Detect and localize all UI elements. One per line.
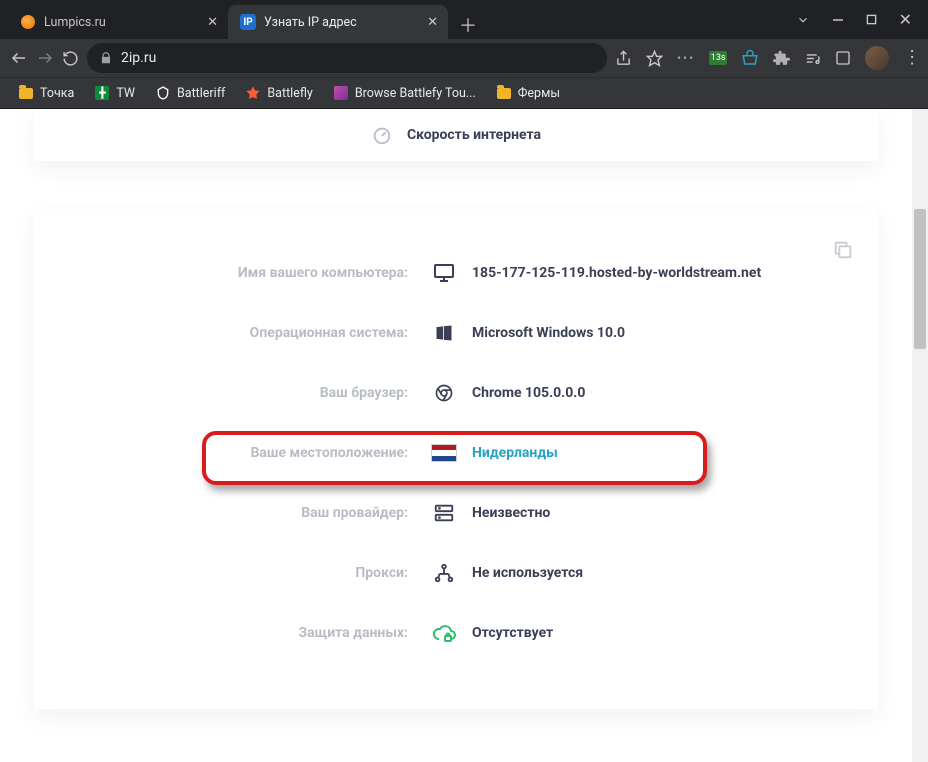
value-protection: Отсутствует (462, 625, 553, 641)
bookmark-browse-battlefy[interactable]: Browse Battlefy Tou... (325, 81, 484, 105)
bookmark-label: Фермы (518, 86, 560, 101)
label-location: Ваше местоположение: (66, 445, 426, 461)
extensions-icon[interactable] (773, 50, 790, 67)
bookmark-label: Точка (40, 86, 74, 101)
toolbar-right: ••• 13s ⋮ (615, 46, 925, 70)
share-icon[interactable] (615, 50, 632, 67)
scrollbar-track[interactable] (912, 109, 928, 762)
folder-icon (496, 85, 512, 101)
window-controls: ✕ (796, 10, 928, 29)
site-icon (245, 85, 261, 101)
value-location[interactable]: Нидерланды (462, 445, 558, 461)
forward-button[interactable] (36, 44, 54, 72)
titlebar: Lumpics.ru ✕ IP Узнать IP адрес ✕ ＋ ✕ (0, 0, 928, 39)
bookmark-tw[interactable]: ╋ TW (86, 81, 143, 105)
tab-lumpics[interactable]: Lumpics.ru ✕ (8, 5, 228, 39)
chrome-icon (426, 383, 462, 403)
page-content: Скорость интернета Имя вашего компьютера… (0, 109, 928, 709)
speed-link[interactable]: Скорость интернета (34, 109, 878, 161)
speedometer-icon (371, 124, 393, 146)
row-proxy: Прокси: Не используется (66, 543, 846, 603)
label-hostname: Имя вашего компьютера: (66, 265, 426, 281)
row-browser: Ваш браузер: Chrome 105.0.0.0 (66, 363, 846, 423)
ext-basket-icon[interactable] (741, 49, 759, 67)
label-proxy: Прокси: (66, 565, 426, 581)
close-icon[interactable]: ✕ (207, 15, 218, 30)
site-icon: ╋ (94, 85, 110, 101)
label-protection: Защита данных: (66, 625, 426, 641)
speed-card: Скорость интернета (34, 109, 878, 161)
music-icon[interactable] (804, 50, 821, 67)
copy-icon[interactable] (832, 239, 854, 261)
tab-title: Lumpics.ru (44, 15, 106, 30)
bookmark-battlefly[interactable]: Battlefly (237, 81, 320, 105)
value-proxy: Не используется (462, 565, 583, 581)
value-os: Microsoft Windows 10.0 (462, 325, 625, 341)
favicon-lumpics (20, 14, 36, 30)
close-icon[interactable]: ✕ (427, 15, 438, 30)
row-os: Операционная система: Microsoft Windows … (66, 303, 846, 363)
ext-lastpass-icon[interactable]: ••• (677, 51, 695, 65)
server-icon (426, 502, 462, 524)
close-window-icon[interactable]: ✕ (899, 10, 912, 29)
bookmark-battleriff[interactable]: Battleriff (147, 81, 233, 105)
tab-title: Узнать IP адрес (264, 15, 357, 30)
browser-window: Lumpics.ru ✕ IP Узнать IP адрес ✕ ＋ ✕ (0, 0, 928, 762)
star-icon[interactable] (646, 50, 663, 67)
folder-icon (18, 85, 34, 101)
windows-icon (426, 323, 462, 343)
bookmark-label: Battlefly (267, 86, 312, 101)
row-location: Ваше местоположение: Нидерланды (66, 423, 846, 483)
new-tab-button[interactable]: ＋ (454, 11, 482, 39)
lock-icon (99, 51, 113, 65)
site-icon (155, 85, 171, 101)
bookmark-label: Battleriff (177, 86, 225, 101)
avatar[interactable] (865, 46, 889, 70)
flag-nl-icon (426, 444, 462, 462)
favicon-2ip: IP (240, 14, 256, 30)
ext-badge[interactable]: 13s (709, 51, 727, 65)
toolbar: 2ip.ru ••• 13s ⋮ (0, 39, 928, 77)
page-viewport: Скорость интернета Имя вашего компьютера… (0, 109, 928, 762)
info-card: Имя вашего компьютера: 185-177-125-119.h… (34, 209, 878, 709)
bookmark-tochka[interactable]: Точка (10, 81, 82, 105)
tab-2ip[interactable]: IP Узнать IP адрес ✕ (228, 5, 448, 39)
maximize-icon[interactable] (866, 14, 877, 25)
monitor-icon (426, 261, 462, 285)
site-icon (333, 85, 349, 101)
bookmark-fermy[interactable]: Фермы (488, 81, 568, 105)
value-hostname: 185-177-125-119.hosted-by-worldstream.ne… (462, 265, 761, 281)
tab-overview-icon[interactable] (835, 50, 851, 66)
value-provider: Неизвестно (462, 505, 550, 521)
minimize-icon[interactable] (832, 14, 844, 26)
speed-label: Скорость интернета (407, 127, 541, 143)
chevron-down-icon[interactable] (796, 13, 810, 27)
tabstrip: Lumpics.ru ✕ IP Узнать IP адрес ✕ ＋ (0, 0, 482, 39)
label-browser: Ваш браузер: (66, 385, 426, 401)
back-button[interactable] (10, 44, 28, 72)
row-protection: Защита данных: Отсутствует (66, 603, 846, 663)
value-browser: Chrome 105.0.0.0 (462, 385, 585, 401)
network-icon (426, 562, 462, 584)
bookmark-label: Browse Battlefy Tou... (355, 86, 476, 101)
scrollbar-thumb[interactable] (914, 209, 926, 349)
label-provider: Ваш провайдер: (66, 505, 426, 521)
row-hostname: Имя вашего компьютера: 185-177-125-119.h… (66, 243, 846, 303)
bookmark-label: TW (116, 86, 135, 101)
row-provider: Ваш провайдер: Неизвестно (66, 483, 846, 543)
bookmarks-bar: Точка ╋ TW Battleriff Battlefly Browse B… (0, 77, 928, 109)
address-bar[interactable]: 2ip.ru (87, 43, 607, 73)
cloud-lock-icon (426, 621, 462, 645)
menu-icon[interactable]: ⋮ (903, 49, 921, 67)
url-text: 2ip.ru (121, 50, 156, 66)
reload-button[interactable] (62, 44, 79, 72)
label-os: Операционная система: (66, 325, 426, 341)
